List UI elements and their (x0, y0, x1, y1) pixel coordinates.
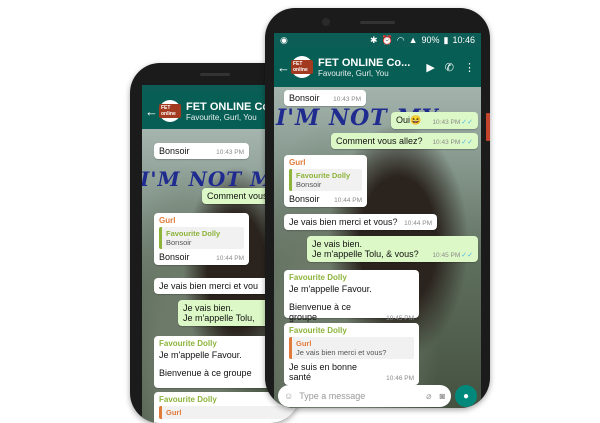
message-input-bar[interactable]: ☺ Type a message ⌀ ◙ (278, 385, 451, 407)
message-time: 10:43 PM (432, 119, 461, 126)
double-check-icon: ✓✓ (461, 119, 473, 126)
quoted-message[interactable]: Favourite Dolly Bonsoir (289, 169, 362, 191)
signal-icon: ▲ (408, 35, 418, 45)
message-bubble[interactable]: Bonsoir 10:43 PM (154, 143, 249, 159)
message-text: Oui😆 (396, 115, 422, 125)
message-text: Je vais bien merci et vous? (289, 217, 398, 227)
message-time: 10:44 PM (334, 197, 362, 204)
more-icon[interactable]: ⋮ (464, 61, 475, 74)
quoted-text: Je vais bien merci et vous? (296, 348, 387, 357)
message-text: Bonsoir (289, 93, 320, 103)
group-avatar[interactable]: FET online (159, 100, 181, 122)
message-bubble[interactable]: Bonsoir 10:43 PM (284, 90, 366, 106)
battery-level: 90% (421, 35, 440, 45)
front-screen: ◉ ✱ ⏰ ◠ ▲ 90% ▮ 10:46 ← FET online FET O… (274, 33, 481, 408)
quoted-text: Bonsoir (166, 238, 192, 247)
quoted-sender: Favourite Dolly (166, 229, 221, 238)
battery-icon: ▮ (443, 34, 449, 45)
mic-icon[interactable]: ● (455, 385, 477, 407)
front-phone: ◉ ✱ ⏰ ◠ ▲ 90% ▮ 10:46 ← FET online FET O… (265, 8, 490, 408)
speaker-grille (200, 73, 230, 76)
message-text-line2: Bienvenue à ce groupe (289, 302, 352, 322)
alarm-icon: ⏰ (381, 34, 393, 45)
quoted-sender: Gurl (296, 339, 312, 348)
quoted-message[interactable]: Favourite Dolly Bonsoir (159, 227, 244, 249)
message-text: Comment vous (207, 191, 268, 201)
message-bubble-outgoing[interactable]: Oui😆 10:43 PM✓✓ (391, 112, 478, 129)
message-text: Je suis en bonne santé (289, 362, 358, 382)
group-avatar[interactable]: FET online (291, 56, 313, 78)
back-arrow-icon[interactable]: ← (145, 104, 158, 119)
chat-app-bar: ← FET online FET ONLINE Co... Favourite,… (274, 47, 481, 87)
message-time: 10:45 PM (432, 252, 461, 259)
group-title: FET ONLINE Co... (318, 56, 411, 69)
double-check-icon: ✓✓ (461, 139, 473, 146)
message-bubble[interactable]: Gurl Favourite Dolly Bonsoir Bonsoir 10:4… (154, 213, 249, 265)
message-bubble[interactable]: Gurl Favourite Dolly Bonsoir Bonsoir 10:4… (284, 155, 367, 207)
message-time: 10:45 PM (386, 315, 414, 322)
quoted-sender: Gurl (166, 408, 182, 417)
bluetooth-icon: ✱ (369, 34, 378, 45)
speaker-grille (360, 21, 395, 24)
phone-icon[interactable]: ✆ (445, 61, 454, 74)
whatsapp-status-icon: ◉ (280, 34, 288, 45)
message-sender: Favourite Dolly (289, 326, 347, 335)
message-text: Je vais bien merci et vou (159, 281, 259, 291)
message-sender: Favourite Dolly (289, 273, 347, 282)
message-time: 10:43 PM (432, 139, 461, 146)
front-camera (322, 18, 330, 26)
message-sender: Gurl (159, 216, 176, 225)
message-time: 10:44 PM (216, 255, 244, 262)
message-text-line2: Je m'appelle Tolu, & vous? (312, 249, 419, 259)
message-text: Bonsoir (159, 146, 190, 156)
back-arrow-icon[interactable]: ← (277, 60, 290, 75)
message-text: Je vais bien. (312, 239, 363, 249)
message-time: 10:43 PM (216, 149, 244, 156)
side-button (486, 113, 490, 141)
message-time: 10:46 PM (386, 375, 414, 382)
group-logo: FET online (159, 104, 181, 118)
message-bubble[interactable]: Je vais bien merci et vous? 10:44 PM (284, 214, 437, 230)
wifi-icon: ◠ (396, 34, 405, 45)
status-bar: ◉ ✱ ⏰ ◠ ▲ 90% ▮ 10:46 (274, 33, 481, 47)
double-check-icon: ✓✓ (461, 252, 473, 259)
message-bubble[interactable]: Favourite Dolly Je m'appelle Favour. Bie… (284, 270, 419, 322)
chat-header-titles[interactable]: FET ONLINE Co... Favourite, Gurl, You (318, 57, 426, 78)
message-time: 10:43 PM (333, 96, 361, 103)
quoted-message[interactable]: Gurl Je vais bien merci et vous? (289, 337, 414, 359)
message-sender: Gurl (289, 158, 306, 167)
clock: 10:46 (452, 35, 475, 45)
group-members: Favourite, Gurl, You (318, 68, 389, 78)
message-text: Comment vous allez? (336, 136, 423, 146)
message-bubble[interactable]: Favourite Dolly Gurl Je vais bien merci … (284, 323, 419, 385)
video-call-icon[interactable]: ▶ (426, 61, 434, 74)
message-bubble-outgoing[interactable]: Comment vous allez? 10:43 PM✓✓ (331, 133, 478, 149)
quoted-sender: Favourite Dolly (296, 171, 351, 180)
message-bubble-outgoing[interactable]: Je vais bien. Je m'appelle Tolu, & vous?… (307, 236, 478, 262)
message-text: Bonsoir (289, 194, 320, 204)
quoted-text: Bonsoir (296, 180, 322, 189)
message-text: Bonsoir (159, 252, 190, 262)
message-time: 10:44 PM (404, 220, 432, 227)
message-text: Je m'appelle Favour. (289, 284, 372, 294)
group-logo: FET online (291, 60, 313, 74)
